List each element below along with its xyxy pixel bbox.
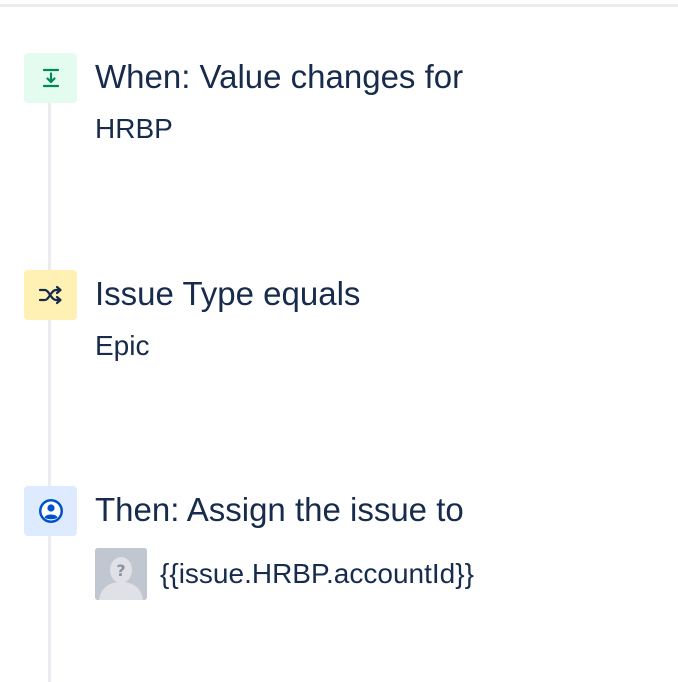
action-title: Then: Assign the issue to: [95, 491, 464, 528]
assignee-smart-value: {{issue.HRBP.accountId}}: [160, 558, 474, 589]
condition-value: Epic: [95, 330, 150, 361]
trigger-field-value: HRBP: [95, 113, 173, 144]
user-assign-icon: [24, 486, 77, 536]
rule-timeline-line: [48, 78, 51, 682]
unknown-user-avatar-icon: ?: [95, 548, 147, 600]
top-divider: [0, 4, 678, 7]
shuffle-branch-icon: [24, 270, 77, 320]
trigger-title: When: Value changes for: [95, 58, 464, 95]
assignee-chip[interactable]: ? {{issue.HRBP.accountId}}: [95, 548, 474, 600]
condition-title: Issue Type equals: [95, 275, 361, 312]
svg-text:?: ?: [116, 561, 125, 580]
trigger-download-icon: [24, 53, 77, 103]
